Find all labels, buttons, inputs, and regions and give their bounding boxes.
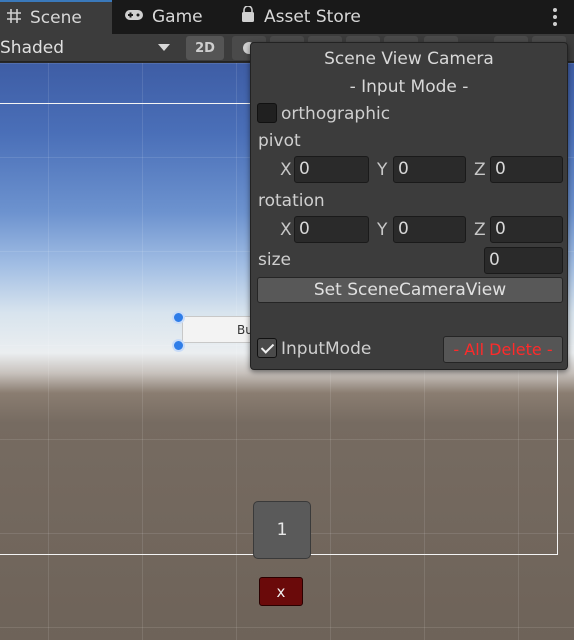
tab-bar: Scene Game Asset Store: [0, 0, 574, 34]
pivot-y-field[interactable]: 0: [393, 156, 466, 183]
orthographic-checkbox[interactable]: [257, 103, 277, 123]
rotation-z-field[interactable]: 0: [490, 216, 563, 243]
tab-asset-store[interactable]: Asset Store: [240, 0, 380, 34]
rotation-x-label: X: [280, 220, 292, 240]
rotation-y-field[interactable]: 0: [393, 216, 466, 243]
input-mode-label: InputMode: [281, 339, 372, 359]
shading-mode-value: Shaded: [0, 38, 65, 58]
gamepad-icon: [124, 7, 144, 27]
panel-subtitle: - Input Mode -: [349, 77, 469, 97]
set-scene-camera-view-button[interactable]: Set SceneCameraView: [257, 277, 563, 303]
orthographic-label: orthographic: [281, 104, 391, 124]
scene-ui-button[interactable]: Bu: [182, 316, 256, 343]
rotation-label: rotation: [258, 191, 325, 211]
chevron-down-icon: [158, 44, 170, 51]
number-button[interactable]: 1: [253, 501, 311, 559]
shading-mode-dropdown[interactable]: Shaded: [0, 34, 178, 62]
pivot-x-field[interactable]: 0: [294, 156, 369, 183]
shopping-bag-icon: [240, 5, 256, 28]
tab-asset-store-label: Asset Store: [264, 7, 361, 27]
size-field[interactable]: 0: [484, 247, 563, 274]
pivot-z-field[interactable]: 0: [490, 156, 563, 183]
scene-view-camera-panel: Scene View Camera - Input Mode - orthogr…: [250, 42, 568, 370]
rotation-y-label: Y: [377, 220, 388, 240]
panel-title: Scene View Camera: [324, 49, 494, 69]
rotation-x-field[interactable]: 0: [294, 216, 369, 243]
tab-scene[interactable]: Scene: [0, 0, 112, 34]
close-x-button[interactable]: x: [259, 577, 303, 606]
resize-handle-bottom-left[interactable]: [172, 339, 185, 352]
pivot-y-label: Y: [377, 160, 388, 180]
resize-handle-top-left[interactable]: [172, 311, 185, 324]
more-options-icon[interactable]: [552, 6, 558, 28]
grid-icon: [6, 8, 22, 29]
all-delete-button[interactable]: - All Delete -: [443, 336, 563, 363]
tab-scene-label: Scene: [30, 8, 82, 28]
input-mode-checkbox[interactable]: [257, 338, 277, 358]
toggle-2d-button[interactable]: 2D: [186, 36, 224, 60]
size-label: size: [258, 250, 291, 270]
pivot-x-label: X: [280, 160, 292, 180]
tab-game-label: Game: [152, 7, 203, 27]
pivot-label: pivot: [258, 131, 301, 151]
pivot-z-label: Z: [474, 160, 486, 180]
rotation-z-label: Z: [474, 220, 486, 240]
tab-game[interactable]: Game: [124, 0, 224, 34]
